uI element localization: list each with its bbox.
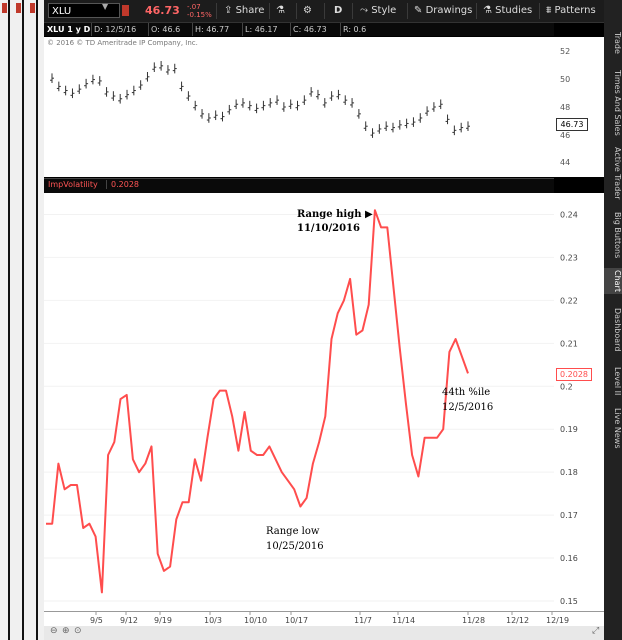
style-icon: ⤳	[360, 5, 372, 16]
price-tick: 46	[560, 131, 571, 140]
share-icon: ⇪	[224, 5, 236, 16]
tab-dashboard[interactable]: Dashboard	[604, 304, 622, 356]
tab-level-ii[interactable]: Level II	[604, 364, 622, 398]
price-tick: 44	[560, 158, 571, 167]
bar-high: H: 46.77	[192, 23, 229, 36]
price-tick: 52	[560, 47, 571, 56]
volatility-axis: 0.24 0.23 0.22 0.21 0.2 0.19 0.18 0.17 0.16 0.15 …	[554, 193, 604, 611]
volatility-panel[interactable]: Range high ▶ 11/10/2016 Range low 10/25/…	[44, 193, 554, 611]
bar-low: L: 46.17	[242, 23, 278, 36]
volatility-tick: 0.15	[560, 597, 578, 606]
aggregation-period-button[interactable]: D	[334, 0, 342, 22]
range-low-date: 10/25/2016	[266, 541, 324, 552]
tab-active-trader[interactable]: Active Trader	[604, 146, 622, 200]
x-tick-label: 10/10	[244, 616, 267, 625]
flask-icon[interactable]: ⚗	[276, 0, 285, 22]
volatility-tick: 0.24	[560, 210, 578, 219]
window-edge	[22, 0, 24, 640]
chart-title: XLU 1 y D	[47, 25, 91, 34]
symbol-input[interactable]: XLU	[48, 3, 120, 18]
window-link-tag[interactable]	[16, 3, 21, 13]
chart-toolbar: XLU ▼ 46.73 -.07 -0.15% ⇪ Share ⚗ ⚙ D ⤳ …	[44, 0, 604, 23]
x-tick-label: 10/3	[204, 616, 222, 625]
price-axis: 52 50 48 46 44 46.73	[554, 37, 604, 177]
last-value-marker: 0.2028	[556, 368, 592, 381]
studies-menu[interactable]: ⚗ Studies	[483, 0, 532, 22]
volatility-tick: 0.2	[560, 382, 573, 391]
right-side-panel: Trade Times And Sales Active Trader Big …	[604, 0, 622, 640]
pencil-icon: ✎	[414, 5, 426, 16]
volatility-tick: 0.17	[560, 511, 578, 520]
style-menu[interactable]: ⤳ Style	[360, 0, 396, 22]
window-edge	[8, 0, 10, 640]
indicator-header: ImpVolatility 0.2028	[44, 178, 554, 193]
last-price-marker: 46.73	[556, 118, 588, 131]
implied-volatility-line	[46, 209, 469, 594]
date-axis: 9/5 9/12 9/19 10/3 10/10 10/17 11/7 11/14 11/28 1…	[44, 611, 604, 626]
x-tick-label: 12/19	[546, 616, 569, 625]
volatility-tick: 0.23	[560, 253, 578, 262]
stacked-window-edges	[0, 0, 44, 640]
x-tick-label: 11/7	[354, 616, 372, 625]
zoom-in-icon[interactable]: ⊕	[62, 626, 70, 636]
link-tag-icon[interactable]	[122, 5, 129, 16]
zoom-reset-icon[interactable]: ⊙	[74, 626, 82, 636]
bar-range: R: 0.6	[340, 23, 366, 36]
volatility-tick: 0.16	[560, 554, 578, 563]
x-tick-label: 9/19	[154, 616, 172, 625]
range-high-label: Range high ▶	[297, 209, 373, 220]
share-button[interactable]: ⇪ Share	[224, 0, 264, 22]
tab-trade[interactable]: Trade	[604, 28, 622, 58]
volatility-tick: 0.22	[560, 296, 578, 305]
x-tick-label: 12/12	[506, 616, 529, 625]
window-edge	[36, 0, 38, 640]
price-bars	[50, 61, 470, 138]
flask-icon: ⚗	[483, 5, 496, 16]
x-tick-label: 11/14	[392, 616, 415, 625]
range-low-label: Range low	[266, 526, 320, 537]
bar-date: D: 12/5/16	[91, 23, 136, 36]
patterns-icon: ⩩	[546, 5, 555, 16]
expand-icon[interactable]: ⤢	[592, 626, 599, 636]
patterns-menu[interactable]: ⩩ Patterns	[546, 0, 596, 22]
percentile-label: 44th %ile	[442, 387, 491, 398]
volatility-tick: 0.18	[560, 468, 578, 477]
price-tick: 48	[560, 103, 571, 112]
volatility-tick: 0.19	[560, 425, 578, 434]
percentile-date: 12/5/2016	[442, 402, 494, 413]
x-tick-label: 10/17	[285, 616, 308, 625]
window-link-tag[interactable]	[30, 3, 35, 13]
bar-close: C: 46.73	[290, 23, 327, 36]
drawings-menu[interactable]: ✎ Drawings	[414, 0, 472, 22]
price-change: -.07	[187, 3, 201, 11]
price-change-pct: -0.15%	[187, 11, 212, 19]
chart-footer: ⊖ ⊕ ⊙ ⤢	[44, 626, 604, 640]
indicator-value: 0.2028	[106, 180, 139, 189]
last-price: 46.73	[145, 4, 180, 17]
tab-times-and-sales[interactable]: Times And Sales	[604, 66, 622, 140]
price-tick: 50	[560, 75, 571, 84]
zoom-out-icon[interactable]: ⊖	[50, 626, 58, 636]
ohlc-info-bar: XLU 1 y D D: 12/5/16 O: 46.6 H: 46.77 L:…	[44, 23, 554, 36]
range-high-date: 11/10/2016	[297, 223, 360, 234]
x-tick-label: 9/5	[90, 616, 103, 625]
window-link-tag[interactable]	[2, 3, 7, 13]
x-tick-label: 11/28	[462, 616, 485, 625]
x-tick-label: 9/12	[120, 616, 138, 625]
chevron-down-icon[interactable]: ▼	[102, 2, 108, 11]
tab-live-news[interactable]: Live News	[604, 406, 622, 450]
volatility-tick: 0.21	[560, 339, 578, 348]
gear-icon[interactable]: ⚙	[303, 0, 312, 22]
indicator-name[interactable]: ImpVolatility	[48, 180, 98, 189]
bar-open: O: 46.6	[148, 23, 180, 36]
price-panel[interactable]: © 2016 © TD Ameritrade IP Company, Inc.	[44, 37, 554, 177]
tab-big-buttons[interactable]: Big Buttons	[604, 207, 622, 263]
tab-chart[interactable]: Chart	[604, 268, 622, 294]
arrow-right-icon: ▶	[364, 209, 373, 220]
